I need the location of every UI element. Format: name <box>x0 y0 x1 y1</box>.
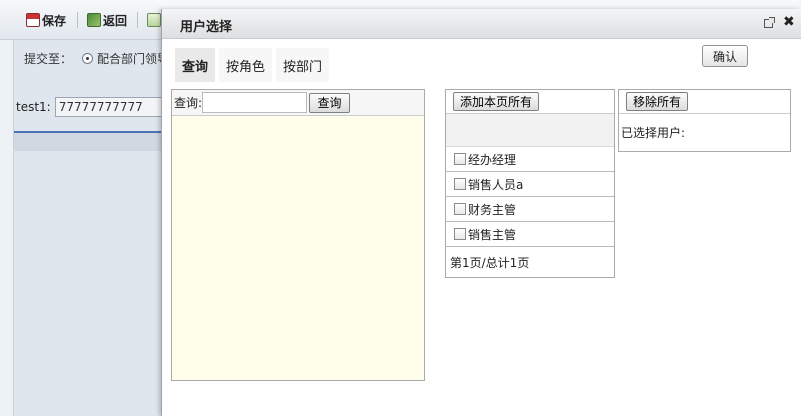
checkbox[interactable] <box>454 153 466 165</box>
back-icon <box>87 13 101 27</box>
search-label: 查询: <box>174 96 203 110</box>
popout-icon[interactable] <box>764 17 775 28</box>
close-icon[interactable]: ✖ <box>783 14 795 30</box>
test-input[interactable]: 77777777777 <box>54 97 165 117</box>
user-select-dialog: 用户选择 ✖ 查询 按角色 按部门 确认 查询: 查询 添加本页所有 经办经理 … <box>161 9 801 416</box>
document-icon <box>147 13 161 27</box>
tab-bar: 查询 按角色 按部门 <box>175 48 333 82</box>
role-label: 经办经理 <box>468 153 517 167</box>
search-input[interactable] <box>202 92 308 113</box>
back-button[interactable]: 返回 <box>87 10 127 30</box>
tab-search[interactable]: 查询 <box>175 48 216 82</box>
checkbox[interactable] <box>454 178 466 190</box>
radio-button[interactable] <box>82 53 94 64</box>
radio-option-label: 配合部门领导 <box>97 52 170 66</box>
save-icon <box>26 13 40 27</box>
test-label: test1: <box>16 100 51 114</box>
dialog-header: 用户选择 ✖ <box>162 9 801 39</box>
toolbar-separator <box>137 12 138 28</box>
search-panel: 查询: 查询 <box>171 89 425 381</box>
list-item[interactable]: 经办经理 <box>446 147 614 172</box>
list-item[interactable]: 财务主管 <box>446 197 614 222</box>
dialog-title: 用户选择 <box>180 20 233 35</box>
submit-to-label: 提交至： <box>24 52 73 66</box>
tab-by-department[interactable]: 按部门 <box>276 48 330 82</box>
checkbox[interactable] <box>454 228 466 240</box>
save-label: 保存 <box>42 13 67 28</box>
list-item[interactable]: 销售主管 <box>446 222 614 247</box>
tab-by-role[interactable]: 按角色 <box>219 48 273 82</box>
left-strip <box>0 40 14 416</box>
role-panel-band <box>446 114 614 147</box>
selected-users-label: 已选择用户: <box>621 125 686 140</box>
toolbar-separator <box>77 12 78 28</box>
selected-panel-toolbar: 移除所有 <box>619 90 790 114</box>
back-label: 返回 <box>103 13 128 28</box>
gray-band <box>14 133 162 151</box>
search-bar: 查询: 查询 <box>172 90 424 116</box>
confirm-button[interactable]: 确认 <box>702 45 748 67</box>
submit-to-row: 提交至： 配合部门领导 <box>24 50 169 67</box>
pager-text: 第1页/总计1页 <box>450 255 530 270</box>
remove-all-button[interactable]: 移除所有 <box>626 92 689 111</box>
checkbox[interactable] <box>454 203 466 215</box>
search-button[interactable]: 查询 <box>309 92 351 113</box>
role-list-panel: 添加本页所有 经办经理 销售人员a 财务主管 销售主管 第1页/总计1页 <box>445 89 615 278</box>
list-item[interactable]: 销售人员a <box>446 172 614 197</box>
save-button[interactable]: 保存 <box>26 10 66 30</box>
role-label: 销售人员a <box>468 178 524 192</box>
role-label: 财务主管 <box>468 203 517 217</box>
role-panel-toolbar: 添加本页所有 <box>446 90 614 114</box>
selected-users-panel: 移除所有 已选择用户: <box>618 89 791 152</box>
add-all-button[interactable]: 添加本页所有 <box>453 92 540 111</box>
test-field-row: test1: 77777777777 <box>16 97 165 117</box>
role-label: 销售主管 <box>468 228 517 242</box>
